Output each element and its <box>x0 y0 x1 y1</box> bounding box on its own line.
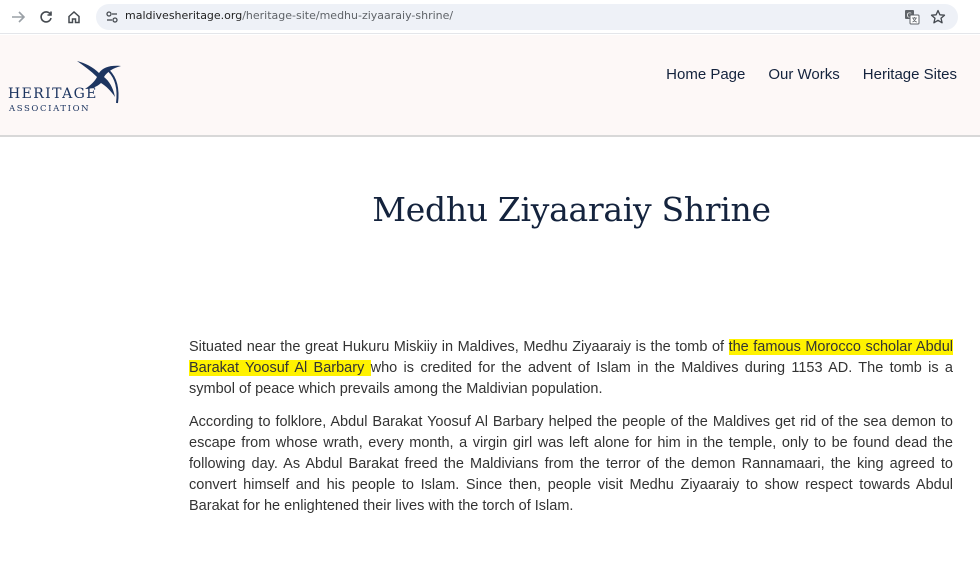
logo-subtitle: ASSOCIATION <box>9 104 91 114</box>
article-body: Situated near the great Hukuru Miskiiy i… <box>189 337 954 529</box>
main-nav: Home Page Our Works Heritage Sites <box>666 66 957 83</box>
nav-our-works[interactable]: Our Works <box>768 66 839 83</box>
site-info-icon[interactable] <box>105 10 119 24</box>
url-text[interactable]: maldivesheritage.org/heritage-site/medhu… <box>125 9 453 22</box>
heritage-association-logo[interactable]: HERITAGE ASSOCIATION <box>7 57 127 119</box>
back-arrow-icon[interactable] <box>8 7 28 27</box>
address-bar[interactable]: maldivesheritage.org/heritage-site/medhu… <box>96 4 958 30</box>
logo-word: HERITAGE <box>8 86 98 102</box>
nav-heritage-sites[interactable]: Heritage Sites <box>863 66 957 83</box>
translate-icon[interactable]: G <box>904 9 920 25</box>
paragraph-intro-start: Situated near the great Hukuru Miskiiy i… <box>189 339 729 355</box>
browser-toolbar: maldivesheritage.org/heritage-site/medhu… <box>0 0 980 34</box>
site-header: HERITAGE ASSOCIATION Home Page Our Works… <box>0 35 980 137</box>
reload-icon[interactable] <box>36 7 56 27</box>
star-icon[interactable] <box>930 9 946 25</box>
url-domain: maldivesheritage.org <box>125 9 243 22</box>
url-path: /heritage-site/medhu-ziyaaraiy-shrine/ <box>242 9 454 22</box>
nav-home-page[interactable]: Home Page <box>666 66 745 83</box>
page-title: Medhu Ziyaaraiy Shrine <box>372 190 771 229</box>
paragraph-intro: Situated near the great Hukuru Miskiiy i… <box>189 337 954 400</box>
home-icon[interactable] <box>64 7 84 27</box>
paragraph-folklore: According to folklore, Abdul Barakat Yoo… <box>189 414 953 514</box>
